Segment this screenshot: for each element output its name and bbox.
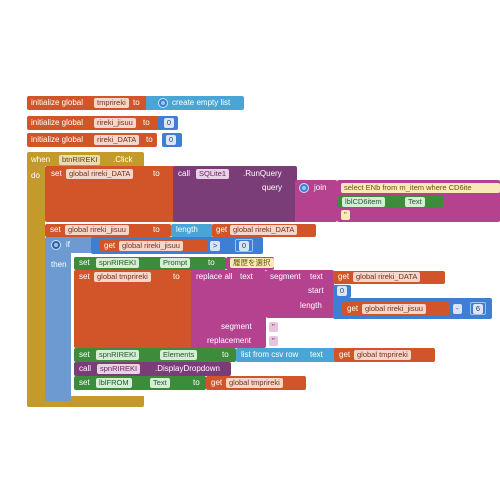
set-jisuu-set: set — [50, 225, 61, 234]
sql-string[interactable]: select ENb from m_item where CD6ite — [341, 183, 500, 193]
create-empty-list-label: create empty list — [172, 98, 231, 107]
runquery-call: call — [178, 169, 191, 178]
segment-label: segment — [270, 272, 301, 281]
lblcd6item-prop[interactable]: Text — [405, 197, 425, 207]
number-0a[interactable]: 0 — [164, 118, 174, 128]
number-0b[interactable]: 0 — [166, 135, 176, 145]
runquery-method: .RunQuery — [243, 169, 282, 178]
set-from-to: to — [193, 378, 200, 387]
set-jisuu-to: to — [153, 225, 160, 234]
minus-operator[interactable]: - — [453, 304, 462, 314]
replacement-label: replacement — [207, 336, 252, 345]
get-data-get: get — [216, 225, 228, 234]
set-prompt-set: set — [79, 258, 90, 267]
set-elements-comp[interactable]: spnRIREKI — [96, 350, 140, 360]
start-number[interactable]: 0 — [337, 286, 347, 296]
segment-length-label: length — [300, 301, 322, 310]
set-elements-set: set — [79, 350, 90, 359]
set-jisuu-var[interactable]: global rireki_jisuu — [65, 225, 129, 235]
compare-number[interactable]: 0 — [239, 241, 249, 251]
gear-icon[interactable] — [158, 98, 168, 108]
replace-segment-label: segment — [221, 322, 252, 331]
compare-get: get — [104, 241, 116, 250]
then-label: then — [51, 260, 67, 269]
event-when-label: when — [31, 155, 51, 164]
from-getvar[interactable]: global tmprireki — [226, 378, 283, 388]
init-jisuu-var[interactable]: rireki_jisuu — [94, 118, 136, 128]
segment-start-label: start — [308, 286, 324, 295]
set-data-to: to — [153, 169, 160, 178]
runquery-param: query — [262, 183, 283, 192]
segment-string[interactable]: " — [269, 322, 278, 332]
set-tmp-to: to — [173, 272, 180, 281]
runquery-component[interactable]: SQLite1 — [196, 169, 230, 179]
init-tmprireki-to: to — [133, 98, 140, 107]
elements-getvar[interactable]: global tmprireki — [354, 350, 411, 360]
set-prompt-to: to — [208, 258, 215, 267]
event-do-label: do — [31, 171, 40, 180]
lblcd6item-comp[interactable]: lblCD6item — [342, 197, 385, 207]
set-from-comp[interactable]: lblFROM — [96, 378, 132, 388]
call-dropdown-call: call — [79, 364, 92, 373]
set-lblfrom-block[interactable] — [74, 376, 206, 390]
elements-get: get — [339, 350, 351, 359]
set-data-var[interactable]: global rireki_DATA — [66, 169, 134, 179]
from-get: get — [211, 378, 223, 387]
if-label: if — [66, 240, 70, 249]
if-gear-icon[interactable] — [51, 240, 61, 250]
event-name-label: .Click — [113, 155, 133, 164]
empty-string-block[interactable]: " — [341, 210, 350, 220]
event-component-dropdown[interactable]: btnRIREKI — [59, 155, 101, 165]
length-label: length — [176, 225, 198, 234]
segment-get: get — [338, 272, 350, 281]
replacement-string[interactable]: " — [269, 336, 278, 346]
set-tmp-set: set — [79, 272, 90, 281]
set-tmp-var[interactable]: global tmprireki — [94, 272, 151, 282]
set-elements-to: to — [222, 350, 229, 359]
init-data-var[interactable]: rireki_DATA — [94, 135, 140, 145]
get-data-var[interactable]: global rireki_DATA — [230, 225, 298, 235]
init-data-to: to — [146, 135, 153, 144]
segment-text-label: text — [310, 272, 323, 281]
call-dropdown-method: .DisplayDropdown — [155, 364, 220, 373]
set-from-set: set — [79, 378, 90, 387]
set-from-prop[interactable]: Text — [150, 378, 170, 388]
set-prompt-comp[interactable]: spnRIREKI — [96, 258, 140, 268]
minus-number[interactable]: 6 — [473, 304, 483, 314]
join-gear-icon[interactable] — [299, 183, 309, 193]
set-data-set: set — [51, 169, 62, 178]
length-getvar[interactable]: global rireki_jisuu — [362, 304, 426, 314]
length-get: get — [347, 304, 359, 313]
init-jisuu-to: to — [143, 118, 150, 127]
replace-all-label: replace all — [196, 272, 233, 281]
init-tmprireki-prefix: initialize global — [31, 98, 84, 107]
set-elements-prop[interactable]: Elements — [160, 350, 198, 360]
compare-operator[interactable]: > — [210, 241, 221, 251]
init-data-prefix: initialize global — [31, 135, 84, 144]
call-dropdown-comp[interactable]: spnRIREKI — [97, 364, 141, 374]
join-label: join — [314, 183, 327, 192]
replace-text-label: text — [240, 272, 253, 281]
segment-getvar[interactable]: global rireki_DATA — [353, 272, 421, 282]
prompt-string[interactable]: 履歴を選択 — [230, 258, 274, 268]
set-prompt-prop[interactable]: Prompt — [160, 258, 191, 268]
compare-getvar[interactable]: global rireki_jisuu — [119, 241, 183, 251]
list-from-csv-label: list from csv row — [241, 350, 299, 359]
init-jisuu-prefix: initialize global — [31, 118, 84, 127]
list-text-label: text — [310, 350, 323, 359]
init-tmprireki-var[interactable]: tmprireki — [94, 98, 129, 108]
